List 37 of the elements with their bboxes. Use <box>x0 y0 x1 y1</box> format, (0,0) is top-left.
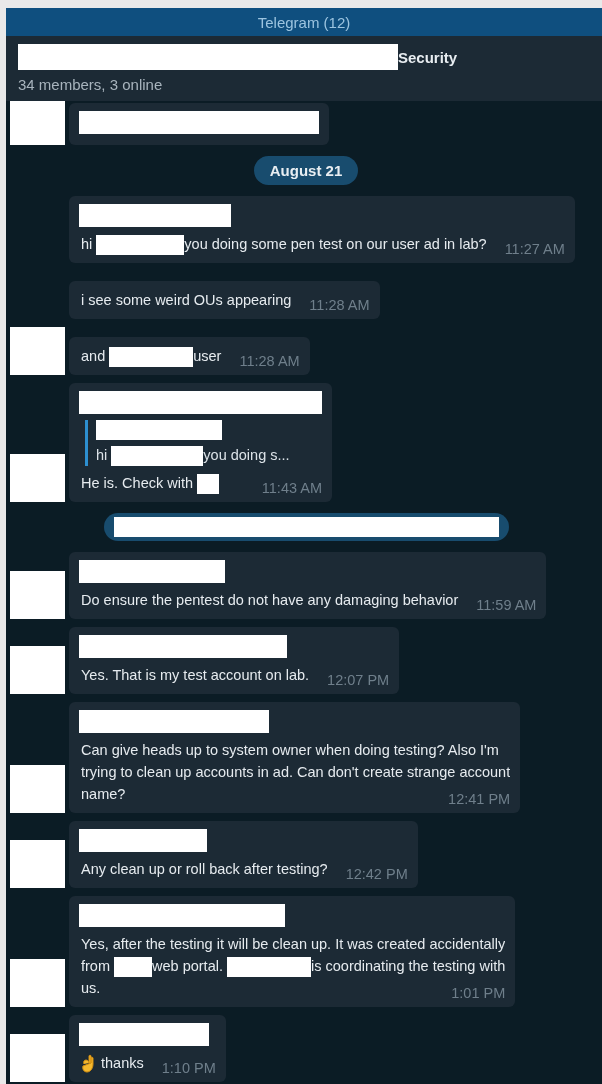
message-time: 11:59 AM <box>476 595 537 614</box>
message-text: Any clean up or roll back after testing? <box>81 860 328 877</box>
message-text: trying to clean up accounts in ad. Can don't create strange account <box>81 763 511 780</box>
ok-hand-icon <box>81 1054 97 1075</box>
member-count: 34 members, 3 online <box>18 76 164 93</box>
message-time: 1:01 PM <box>451 984 506 1002</box>
message-text: thanks <box>100 1055 144 1071</box>
message-text: hi <box>96 446 109 463</box>
message-text: Do ensure the pentest do not have any damaging behavior <box>81 591 459 608</box>
message-time: 11:28 AM <box>309 295 370 314</box>
message-text: and <box>81 347 107 364</box>
message-text: us. <box>81 980 101 996</box>
redaction-box <box>197 474 220 494</box>
message-text: hi <box>81 235 94 252</box>
message-time: 11:43 AM <box>261 478 322 497</box>
window-title: Telegram (12) <box>257 13 351 31</box>
message-text: Yes. That is my test account on lab. <box>81 666 310 683</box>
message-text: name? <box>81 785 126 802</box>
message-time: 12:07 PM <box>327 670 390 689</box>
message-text: from <box>81 957 111 974</box>
message-time: 11:27 AM <box>504 239 565 258</box>
message-text: Can give heads up to system owner when doing testing? Also I'm <box>81 741 499 758</box>
message-text: you doing some pen test on our user ad in lab? <box>184 235 487 252</box>
message-text: is coordinating the testing with <box>311 957 506 974</box>
message-text: you doing s... <box>203 446 290 463</box>
message-text: i see some weird OUs appearing <box>81 291 292 308</box>
message-time: 1:10 PM <box>161 1059 216 1077</box>
date-pill: August 21 <box>253 155 359 185</box>
message-time: 12:41 PM <box>448 789 511 808</box>
message-text: web portal. <box>152 957 224 974</box>
redaction-box <box>114 957 153 977</box>
chat-title: Security <box>398 48 458 66</box>
message-time: 11:28 AM <box>239 351 300 370</box>
message-text: He is. Check with <box>81 474 194 491</box>
message-time: 12:42 PM <box>345 864 408 883</box>
message-text: user <box>193 347 222 364</box>
message-text: Yes, after the testing it will be clean up. It was created accidentally <box>81 935 506 952</box>
